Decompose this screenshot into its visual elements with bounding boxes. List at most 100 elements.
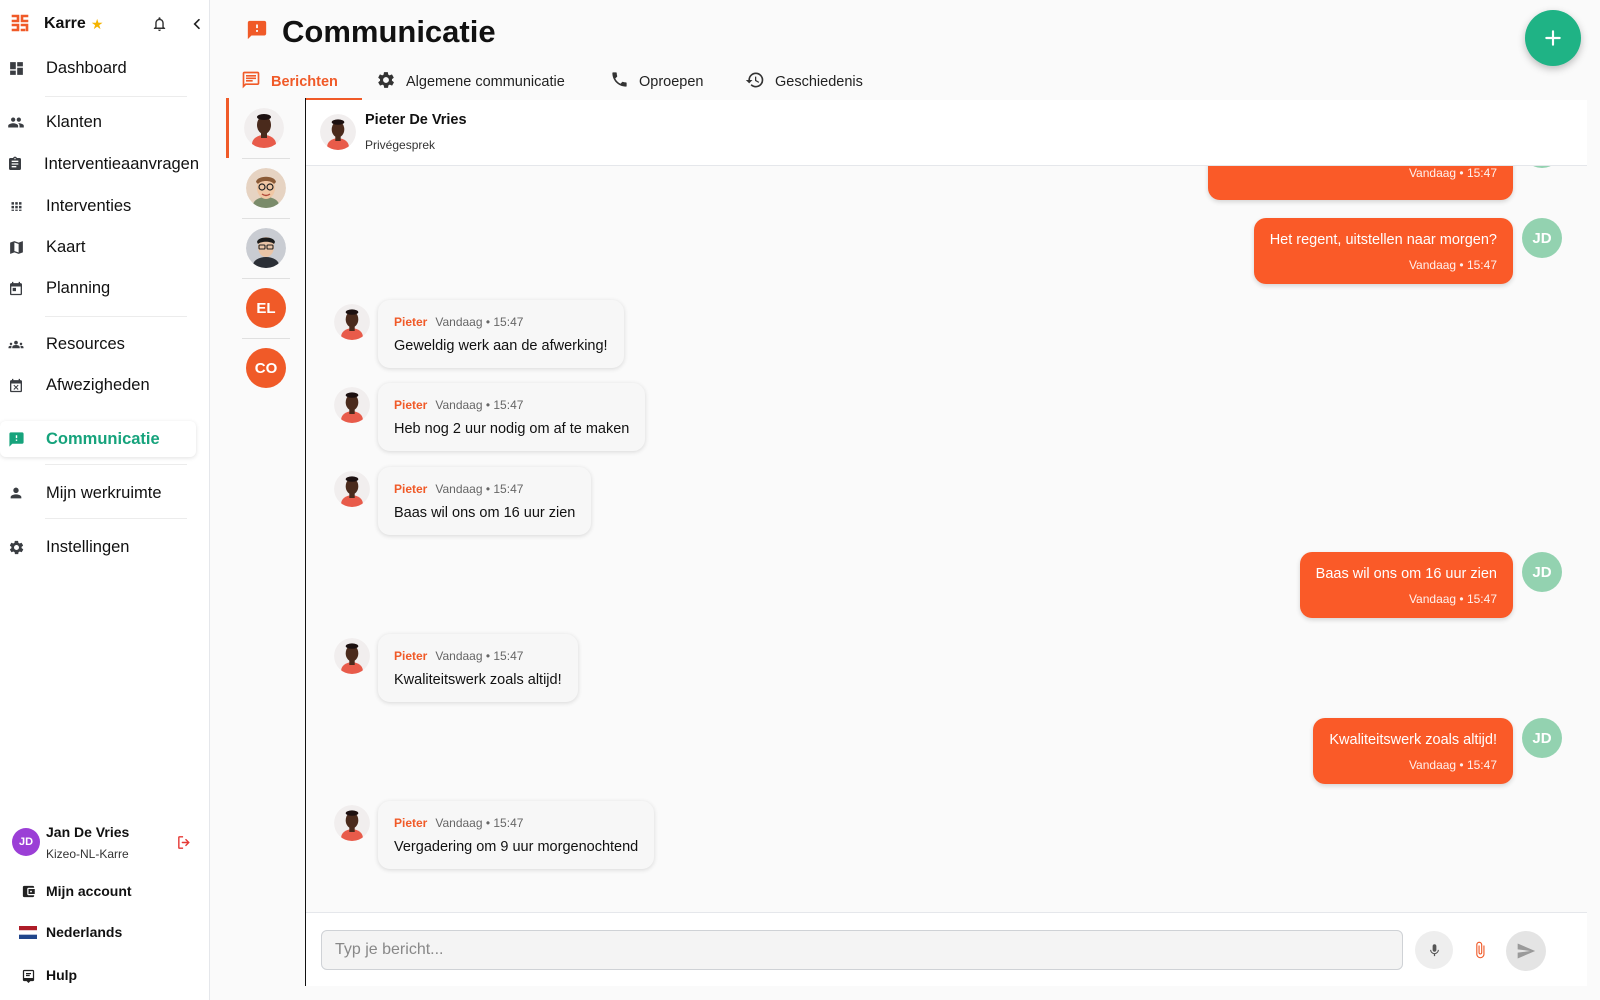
- tab-berichten[interactable]: Berichten: [241, 64, 338, 100]
- chat-subtitle: Privégesprek: [365, 138, 436, 152]
- self-avatar: JD: [1522, 218, 1562, 258]
- tab-oproepen[interactable]: Oproepen: [610, 64, 704, 100]
- contact-avatar: [320, 114, 356, 150]
- attach-icon[interactable]: [1461, 931, 1499, 969]
- message-meta: Vandaag • 15:47: [1408, 758, 1497, 772]
- conversation-item[interactable]: [226, 98, 298, 158]
- contact-avatar: [334, 387, 370, 423]
- nav-kaart[interactable]: Kaart: [0, 229, 196, 265]
- message-sender: Pieter: [394, 816, 428, 830]
- user-avatar[interactable]: JD: [12, 828, 40, 856]
- star-icon: ★: [90, 15, 104, 32]
- nav-resources[interactable]: Resources: [0, 326, 196, 362]
- phone-icon: [610, 70, 629, 94]
- nav-divider: [45, 518, 187, 519]
- self-avatar: JD: [1522, 552, 1562, 592]
- user-org: Kizeo-NL-Karre: [46, 847, 129, 861]
- flag-nl-icon: [19, 923, 37, 941]
- contact-avatar: [334, 805, 370, 841]
- message-input[interactable]: [321, 930, 1403, 970]
- message-text: Vergadering om 9 uur morgenochtend: [394, 839, 639, 855]
- message-meta: Vandaag • 15:47: [1408, 166, 1497, 180]
- add-button[interactable]: [1525, 10, 1581, 66]
- contact-avatar: [246, 168, 286, 208]
- message-bubble: Kwaliteitswerk zoals altijd! Vandaag • 1…: [1313, 718, 1513, 784]
- nav-resources-label: Resources: [46, 334, 125, 353]
- hulp-link[interactable]: Hulp: [0, 960, 200, 990]
- tab-algemene-communicatie-label: Algemene communicatie: [406, 74, 565, 90]
- nav-klanten-label: Klanten: [46, 112, 102, 131]
- message-text: Baas wil ons om 16 uur zien: [1315, 566, 1497, 582]
- people-icon: [7, 113, 25, 131]
- microphone-icon[interactable]: [1415, 931, 1453, 969]
- tab-geschiedenis[interactable]: Geschiedenis: [745, 64, 863, 100]
- nav-instellingen-label: Instellingen: [46, 537, 130, 556]
- message-meta: Pieter Vandaag • 15:47: [394, 649, 562, 663]
- message-composer: [306, 912, 1587, 986]
- person-icon: [7, 484, 25, 502]
- conversation-item[interactable]: CO: [234, 338, 298, 398]
- calendar-icon: [7, 279, 25, 297]
- message-outgoing: Baas wil ons om 16 uur zien Vandaag • 15…: [306, 552, 1587, 618]
- conversation-item[interactable]: [234, 218, 298, 278]
- nav-dashboard[interactable]: Dashboard: [0, 50, 196, 86]
- message-bubble: Pieter Vandaag • 15:47 Vergadering om 9 u…: [378, 801, 655, 869]
- collapse-sidebar-icon[interactable]: [186, 13, 208, 35]
- mijn-account-link[interactable]: Mijn account: [0, 876, 200, 906]
- nav-mijn-werkruimte[interactable]: Mijn werkruimte: [0, 475, 196, 511]
- nav-planning[interactable]: Planning: [0, 270, 196, 306]
- page-title: Communicatie: [282, 14, 496, 49]
- mijn-account-label: Mijn account: [46, 883, 132, 899]
- conversation-item[interactable]: [234, 158, 298, 218]
- nav-divider: [45, 464, 187, 465]
- hulp-label: Hulp: [46, 967, 78, 983]
- message-text: Kwaliteitswerk zoals altijd!: [1329, 732, 1497, 748]
- contact-avatar: [334, 471, 370, 507]
- message-outgoing: Vandaag • 15:47 JD: [306, 166, 1587, 200]
- message-time: Vandaag • 15:47: [435, 816, 524, 830]
- calendar-x-icon: [7, 376, 25, 394]
- tab-oproepen-label: Oproepen: [639, 74, 704, 90]
- nav-instellingen[interactable]: Instellingen: [0, 529, 196, 565]
- map-icon: [7, 238, 25, 256]
- message-text: Baas wil ons om 16 uur zien: [394, 505, 576, 521]
- message-bubble: Pieter Vandaag • 15:47 Geweldig werk aan …: [378, 300, 624, 368]
- message-text: Heb nog 2 uur nodig om af te maken: [394, 421, 630, 437]
- dashboard-icon: [7, 59, 25, 77]
- contact-avatar: EL: [246, 288, 286, 328]
- chat-contact-name: Pieter De Vries: [365, 112, 467, 128]
- send-icon[interactable]: [1506, 931, 1546, 971]
- language-label: Nederlands: [46, 924, 123, 940]
- chat-alert-icon: [7, 430, 25, 448]
- language-link[interactable]: Nederlands: [0, 917, 200, 947]
- nav-communicatie[interactable]: Communicatie: [0, 421, 196, 457]
- nav-interventies[interactable]: Interventies: [0, 188, 196, 224]
- message-sender: Pieter: [394, 398, 428, 412]
- brand: Karre ★: [10, 10, 200, 38]
- nav-interventies-label: Interventies: [46, 196, 132, 215]
- nav-klanten[interactable]: Klanten: [0, 104, 196, 140]
- message-meta: Vandaag • 15:47: [1408, 258, 1497, 272]
- message-time: Vandaag • 15:47: [435, 398, 524, 412]
- user-name: Jan De Vries: [46, 824, 130, 840]
- tab-geschiedenis-label: Geschiedenis: [775, 74, 863, 90]
- tab-algemene-communicatie[interactable]: Algemene communicatie: [376, 64, 565, 100]
- nav-planning-label: Planning: [46, 278, 111, 297]
- nav-afwezigheden[interactable]: Afwezigheden: [0, 367, 196, 403]
- message-bubble: Pieter Vandaag • 15:47 Heb nog 2 uur nodi…: [378, 383, 646, 451]
- bell-icon[interactable]: [148, 13, 170, 35]
- conversation-list: EL CO: [226, 98, 306, 986]
- message-sender: Pieter: [394, 315, 428, 329]
- conversation-item[interactable]: EL: [234, 278, 298, 338]
- message-icon: [241, 70, 261, 95]
- message-bubble: Pieter Vandaag • 15:47 Baas wil ons om 16…: [378, 467, 592, 535]
- grid-icon: [7, 197, 25, 215]
- message-text: Geweldig werk aan de afwerking!: [394, 338, 608, 354]
- message-meta: Pieter Vandaag • 15:47: [394, 482, 575, 496]
- nav-divider: [45, 316, 187, 317]
- contact-avatar: [334, 304, 370, 340]
- clipboard-icon: [7, 155, 23, 173]
- logout-icon[interactable]: [174, 832, 194, 852]
- nav-dashboard-label: Dashboard: [46, 58, 127, 77]
- nav-interventieaanvragen[interactable]: Interventieaanvragen: [0, 146, 199, 182]
